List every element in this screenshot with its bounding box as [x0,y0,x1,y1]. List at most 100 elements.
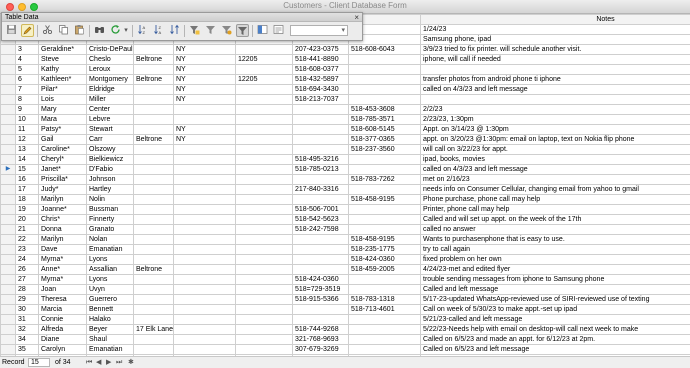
table-cell[interactable]: 1/24/23 [420,24,690,35]
table-cell[interactable]: Montgomery [86,74,134,85]
table-cell[interactable] [348,324,421,335]
table-cell[interactable]: Samsung phone, ipad [420,34,690,45]
row-marker[interactable]: ▶ [0,164,16,175]
table-cell[interactable]: 518-915-5366 [292,294,349,305]
table-cell[interactable]: Center [86,104,134,115]
table-row[interactable]: 14 Cheryl* Bielkiewicz 518-495-3216 ipad, bo… [0,154,690,165]
table-cell[interactable] [292,174,349,185]
table-row[interactable]: 21 Donna Granato 518-242-7598 called no answ… [0,224,690,235]
table-cell[interactable] [133,44,174,55]
table-cell[interactable] [133,94,174,105]
row-marker[interactable] [0,44,16,55]
table-cell[interactable]: Kathleen* [38,74,87,85]
table-cell[interactable]: Marilyn [38,234,87,245]
table-cell[interactable] [173,214,236,225]
apply-filter-icon[interactable] [204,24,217,37]
table-cell[interactable]: Diane [38,334,87,345]
table-cell[interactable]: NY [173,54,236,65]
table-cell[interactable] [173,244,236,255]
table-cell[interactable]: called no answer [420,224,690,235]
table-cell[interactable]: Granato [86,224,134,235]
table-cell[interactable] [173,284,236,295]
table-cell[interactable]: Uvyn [86,284,134,295]
table-cell[interactable]: 5/21/23-called and left message [420,314,690,325]
table-cell[interactable] [133,254,174,265]
row-marker[interactable] [0,104,16,115]
cut-icon[interactable] [41,24,54,37]
table-cell[interactable] [235,224,293,235]
table-cell[interactable] [292,234,349,245]
table-cell[interactable] [173,104,236,115]
table-cell[interactable] [235,134,293,145]
table-cell[interactable] [235,284,293,295]
row-id-cell[interactable]: 8 [15,94,39,105]
table-cell[interactable]: 518-713-4601 [348,304,421,315]
table-cell[interactable]: 5/22/23-Needs help with email on desktop… [420,324,690,335]
table-cell[interactable]: 518-432-5897 [292,74,349,85]
save-icon[interactable] [5,24,18,37]
table-cell[interactable]: 518=729-3519 [292,284,349,295]
table-cell[interactable] [173,144,236,155]
table-cell[interactable]: Mary [38,104,87,115]
table-row[interactable]: 28 Joan Uvyn 518=729-3519 Called and left me… [0,284,690,295]
table-cell[interactable]: Wants to purchasenphone that is easy to … [420,234,690,245]
row-marker[interactable] [0,74,16,85]
table-cell[interactable]: 518-237-3560 [348,144,421,155]
table-cell[interactable] [173,114,236,125]
table-row[interactable]: 31 Connie Halako 5/21/23-called and left me… [0,314,690,325]
record-number-input[interactable]: 15 [28,358,50,367]
table-cell[interactable] [133,204,174,215]
table-cell[interactable] [348,284,421,295]
new-record-icon[interactable]: ✱ [128,357,134,368]
table-cell[interactable]: Priscilla* [38,174,87,185]
table-cell[interactable] [348,164,421,175]
table-cell[interactable]: Steve [38,54,87,65]
table-cell[interactable]: called on 4/3/23 and left message [420,84,690,95]
table-cell[interactable]: 518-785-3571 [348,114,421,125]
row-marker[interactable] [0,184,16,195]
table-cell[interactable] [173,184,236,195]
table-row[interactable]: 24 Myrna* Lyons 518-424-0360 fixed problem o… [0,254,690,265]
remove-filter-icon[interactable] [236,24,249,37]
table-cell[interactable] [420,64,690,75]
table-cell[interactable] [235,184,293,195]
table-cell[interactable]: 307-679-3269 [292,344,349,355]
row-marker[interactable] [0,274,16,285]
table-cell[interactable]: 2/2/23 [420,104,690,115]
table-cell[interactable]: Kathy [38,64,87,75]
table-cell[interactable]: Geraldine* [38,44,87,55]
row-marker[interactable] [0,54,16,65]
table-cell[interactable] [292,314,349,325]
table-row[interactable]: 12 Gail Carr Beltrone NY 518-377-0365 appt. on… [0,134,690,145]
table-cell[interactable]: 5/17-23-updated WhatsApp-reviewed use of… [420,294,690,305]
table-cell[interactable]: Pilar* [38,84,87,95]
table-cell[interactable] [292,114,349,125]
table-cell[interactable] [173,274,236,285]
table-cell[interactable] [173,294,236,305]
toolbar-header[interactable]: Table Data × [2,13,362,22]
row-marker[interactable] [0,64,16,75]
row-id-cell[interactable]: 27 [15,274,39,285]
table-row[interactable]: 3 Geraldine* Cristo-DePaul NY 207-423-0375 51… [0,44,690,55]
row-marker[interactable] [0,234,16,245]
table-row[interactable]: ▶ 15 Janet* D'Fabio 518-785-0213 called on 4/… [0,164,690,175]
table-cell[interactable]: Beltrone [133,74,174,85]
table-cell[interactable]: 12205 [235,74,293,85]
table-cell[interactable]: NY [173,84,236,95]
table-cell[interactable] [235,294,293,305]
row-id-cell[interactable]: 34 [15,334,39,345]
table-cell[interactable]: Cristo-DePaul [86,44,134,55]
row-id-cell[interactable]: 19 [15,204,39,215]
row-marker[interactable] [0,94,16,105]
table-cell[interactable]: Cheslo [86,54,134,65]
table-cell[interactable]: 17 Elk Lane. [133,324,174,335]
table-row[interactable]: 5 Kathy Leroux NY 518-608-0377 [0,64,690,75]
paste-icon[interactable] [73,24,86,37]
table-cell[interactable]: Eldridge [86,84,134,95]
previous-record-icon[interactable]: ◀ [96,357,101,368]
table-row[interactable]: 32 Alfreda Beyer 17 Elk Lane. 518-744-9268 5/… [0,324,690,335]
table-cell[interactable]: Lyons [86,274,134,285]
row-marker[interactable] [0,244,16,255]
table-cell[interactable] [235,214,293,225]
table-row[interactable]: 29 Theresa Guerrero 518-915-5366 518-783-131… [0,294,690,305]
